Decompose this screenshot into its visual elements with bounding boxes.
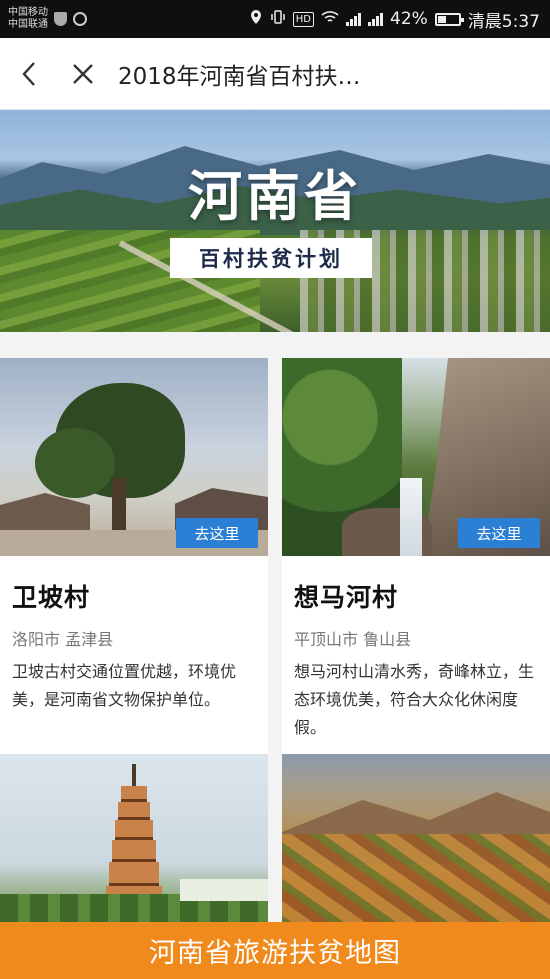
carrier-labels: 中国移动 中国联通 [8,7,48,31]
pagoda-tier [118,802,150,820]
vibrate-icon [270,9,286,29]
pagoda-tier [121,786,147,802]
signal-3g-icon [368,12,384,26]
battery-percent: 42% [390,9,428,29]
photo-house-left [0,493,90,533]
status-right: HD 42% 清晨5:37 [249,7,540,32]
app-notification-icon [73,12,87,26]
village-name: 卫坡村 [12,583,91,612]
hero-title: 河南省 [188,165,362,228]
hd-icon: HD [292,11,315,27]
signal-4g-icon [346,12,362,26]
status-left: 中国移动 中国联通 [8,7,87,31]
village-grid: 去这里 卫坡村 洛阳市 孟津县 卫坡古村交通位置优越，环境优美，是河南省文物保护… [0,332,550,932]
village-photo [282,754,550,932]
village-card[interactable]: 去这里 卫坡村 洛阳市 孟津县 卫坡古村交通位置优越，环境优美，是河南省文物保护… [0,358,268,754]
village-location: 洛阳市 孟津县 [12,630,114,649]
photo-waterfall [400,478,422,556]
carrier-1: 中国移动 [8,7,48,18]
photo-tree-canopy-side [35,428,115,498]
close-icon [73,63,93,84]
pagoda-tier [115,820,153,840]
clock: 清晨5:37 [467,11,540,32]
village-card[interactable] [282,754,550,932]
photo-tree-trunk [112,478,126,538]
village-location: 平顶山市 鲁山县 [294,630,412,649]
back-button[interactable] [2,47,56,101]
go-here-button[interactable]: 去这里 [176,518,258,548]
village-card[interactable]: 去这里 想马河村 平顶山市 鲁山县 想马河村山清水秀，奇峰林立，生态环境优美，符… [282,358,550,754]
carrier-2: 中国联通 [8,19,48,30]
photo-building-strip [180,879,268,901]
shield-icon [54,12,67,26]
close-button[interactable] [56,47,110,101]
go-here-button[interactable]: 去这里 [458,518,540,548]
pagoda-tier [109,862,159,886]
location-icon [249,9,263,29]
nav-bar: 2018年河南省百村扶… [0,38,550,110]
page-title: 2018年河南省百村扶… [118,63,361,90]
pagoda-tier [112,840,156,862]
hero-banner: 河南省 百村扶贫计划 [0,110,550,332]
village-description: 卫坡古村交通位置优越，环境优美，是河南省文物保护单位。 [12,662,237,709]
chevron-left-icon [22,61,35,86]
hero-subtitle: 百村扶贫计划 [170,238,372,278]
village-photo: 去这里 [0,358,268,556]
village-photo: 去这里 [282,358,550,556]
status-bar: 中国移动 中国联通 HD 42% 清晨5:37 [0,0,550,38]
village-card[interactable] [0,754,268,932]
village-name: 想马河村 [294,583,399,612]
photo-hill-autumn [282,834,550,932]
screen: 中国移动 中国联通 HD 42% 清晨5:37 2018年河南省百村扶… 河南省… [0,0,550,979]
pagoda-spire [132,764,136,786]
wifi-icon [321,10,339,28]
village-description: 想马河村山清水秀，奇峰林立，生态环境优美，符合大众化休闲度假。 [294,662,535,737]
village-photo [0,754,268,932]
tourism-map-button[interactable]: 河南省旅游扶贫地图 [0,922,550,979]
battery-icon [434,12,464,26]
